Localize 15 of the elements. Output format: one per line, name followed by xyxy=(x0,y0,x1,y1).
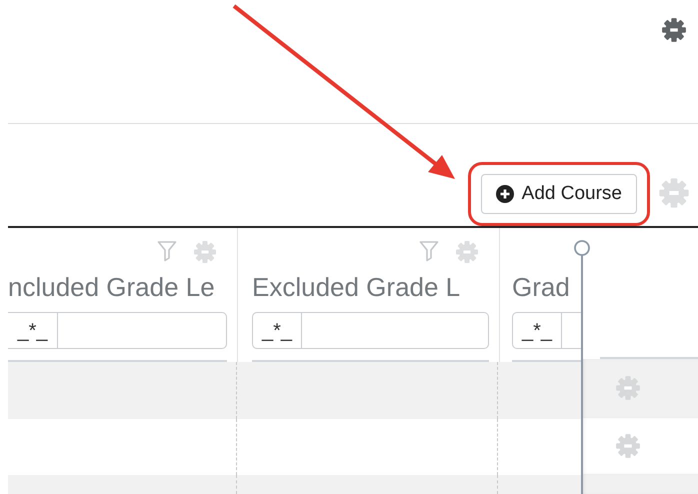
filter-input[interactable] xyxy=(58,312,227,349)
filter-input[interactable] xyxy=(302,312,489,349)
column-header[interactable]: Excluded Grade L xyxy=(252,270,489,304)
filter-operator-button[interactable]: _*_ xyxy=(8,312,58,349)
filter-input[interactable] xyxy=(562,312,582,349)
filter-operator-button[interactable]: _*_ xyxy=(512,312,562,349)
resize-handle[interactable] xyxy=(574,240,590,494)
column-header[interactable]: ncluded Grade Le xyxy=(8,270,227,304)
plus-circle-icon xyxy=(496,185,514,203)
filter-icon[interactable] xyxy=(419,240,439,262)
add-course-button[interactable]: Add Course xyxy=(480,174,637,214)
filter-icon[interactable] xyxy=(157,240,177,262)
column-header[interactable]: Grad xyxy=(512,270,582,304)
settings-icon[interactable] xyxy=(661,17,687,43)
filter-operator-button[interactable]: _*_ xyxy=(252,312,302,349)
